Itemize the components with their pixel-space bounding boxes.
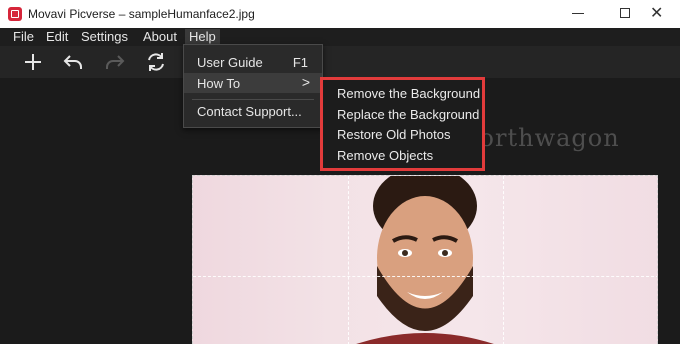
- crop-grid-line: [193, 276, 657, 277]
- contact-support-label: Contact Support...: [197, 104, 302, 119]
- submenu-remove-background[interactable]: Remove the Background: [337, 86, 480, 101]
- window-title: Movavi Picverse – sampleHumanface2.jpg: [28, 7, 255, 21]
- menu-settings[interactable]: Settings: [81, 29, 128, 45]
- crop-grid-line: [503, 176, 504, 344]
- menu-file[interactable]: File: [13, 29, 34, 45]
- toolbar: [0, 46, 680, 78]
- menu-edit[interactable]: Edit: [46, 29, 68, 45]
- how-to-label: How To: [197, 76, 241, 91]
- minimize-icon[interactable]: [572, 13, 584, 14]
- submenu-replace-background[interactable]: Replace the Background: [337, 107, 479, 122]
- redo-icon[interactable]: [103, 50, 127, 74]
- undo-icon[interactable]: [61, 50, 85, 74]
- menu-bar: File Edit Settings About Help: [0, 28, 680, 46]
- maximize-icon[interactable]: [620, 8, 630, 18]
- help-menu: User Guide F1 How To > Contact Support..…: [183, 44, 323, 128]
- photo-preview[interactable]: [192, 175, 658, 344]
- menu-item-user-guide[interactable]: User Guide F1: [184, 52, 322, 72]
- title-bar: Movavi Picverse – sampleHumanface2.jpg ✕: [0, 0, 680, 29]
- close-icon[interactable]: ✕: [650, 6, 663, 22]
- menu-item-how-to[interactable]: How To >: [184, 73, 322, 93]
- submenu-restore-old-photos[interactable]: Restore Old Photos: [337, 127, 450, 142]
- menu-help[interactable]: Help: [185, 29, 220, 45]
- plus-icon[interactable]: [21, 50, 45, 74]
- user-guide-label: User Guide: [197, 55, 263, 70]
- how-to-submenu: Remove the Background Replace the Backgr…: [320, 77, 485, 171]
- app-logo-icon: [8, 7, 22, 21]
- menu-about[interactable]: About: [143, 29, 177, 45]
- refresh-icon[interactable]: [144, 50, 168, 74]
- submenu-remove-objects[interactable]: Remove Objects: [337, 148, 433, 163]
- menu-item-contact-support[interactable]: Contact Support...: [184, 101, 322, 121]
- portrait-image: [356, 176, 494, 344]
- menu-divider: [192, 99, 314, 100]
- shortcut-label: F1: [292, 55, 308, 70]
- chevron-right-icon: >: [301, 74, 310, 90]
- crop-grid-line: [348, 176, 349, 344]
